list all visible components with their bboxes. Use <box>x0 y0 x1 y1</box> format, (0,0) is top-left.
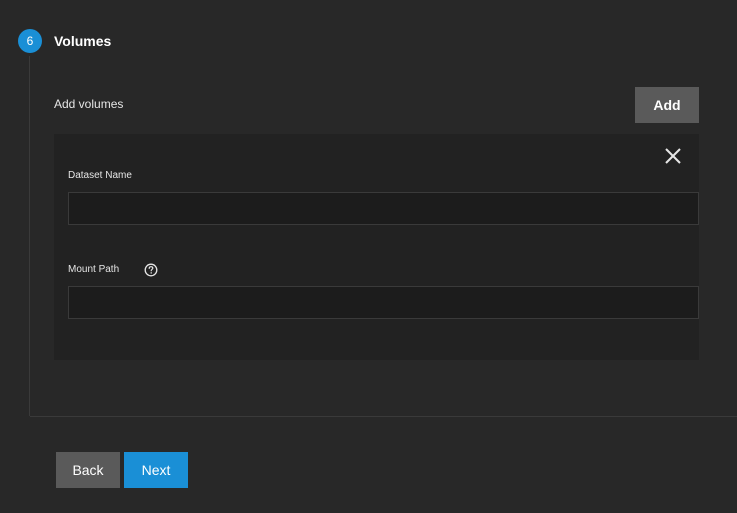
stepper-line <box>29 56 30 416</box>
next-button[interactable]: Next <box>124 452 188 488</box>
add-volume-button[interactable]: Add <box>635 87 699 123</box>
help-icon[interactable] <box>144 263 158 277</box>
dataset-name-label: Dataset Name <box>68 170 132 181</box>
close-icon[interactable] <box>663 146 683 166</box>
step-title: Volumes <box>54 33 112 49</box>
add-volumes-label: Add volumes <box>54 97 124 111</box>
dataset-name-input[interactable] <box>68 192 699 225</box>
wizard-page: 6 Volumes Add volumes Add Dataset Name M… <box>0 0 737 513</box>
volume-item-card: Dataset Name Mount Path <box>54 134 699 360</box>
step-number-badge: 6 <box>18 29 42 53</box>
mount-path-label: Mount Path <box>68 264 120 275</box>
back-button[interactable]: Back <box>56 452 120 488</box>
footer-divider <box>30 416 737 417</box>
step-header[interactable]: 6 Volumes <box>18 29 111 53</box>
mount-path-input[interactable] <box>68 286 699 319</box>
